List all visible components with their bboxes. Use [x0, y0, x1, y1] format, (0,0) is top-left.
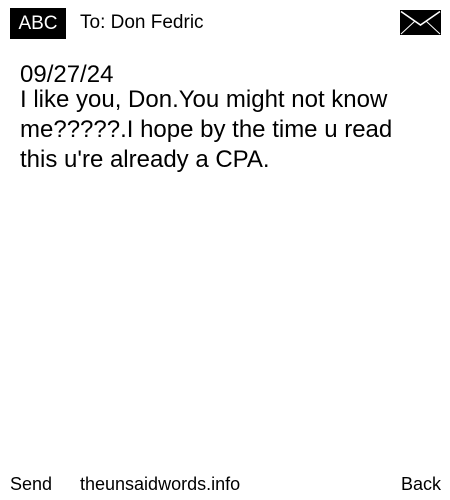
message-body: I like you, Don.You might not know me???… [20, 86, 393, 173]
message-content: 09/27/24 I like you, Don.You might not k… [20, 61, 432, 175]
brand-logo: ABC [10, 8, 66, 39]
recipient-line: To: Don Fedric [80, 12, 204, 33]
back-button[interactable]: Back [401, 472, 441, 496]
envelope-icon [400, 10, 441, 35]
site-credit: theunsaidwords.info [80, 474, 241, 494]
send-button[interactable]: Send [10, 472, 52, 496]
